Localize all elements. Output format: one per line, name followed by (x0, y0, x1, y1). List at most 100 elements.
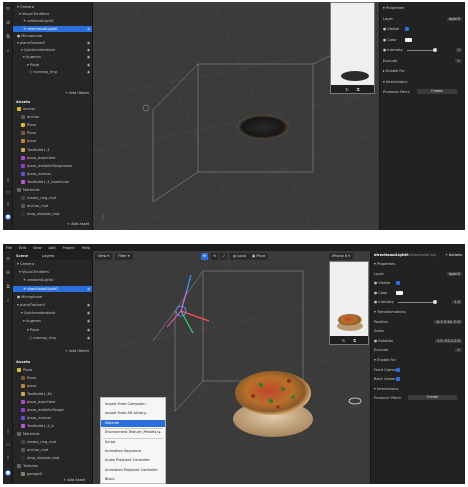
asset-item[interactable]: pizza_metallicRoughness (21, 163, 72, 169)
color-swatch[interactable] (405, 37, 412, 42)
tab-layers[interactable]: Layers (42, 254, 54, 258)
asset-item[interactable]: anchor (17, 106, 35, 112)
asset-item[interactable]: Pizza (21, 130, 36, 136)
context-menu-item[interactable]: Audio Playback Controller (101, 457, 165, 464)
fullscreen-icon[interactable]: ⧉ (353, 338, 356, 343)
tree-item[interactable]: ▾ Camera (13, 261, 92, 267)
asset-item[interactable]: TarsBuild1_4_b (21, 423, 54, 429)
feedback-icon[interactable]: ● (5, 214, 11, 220)
add-object-button[interactable]: + Add Object (65, 349, 89, 353)
property-value[interactable]: 1.0 -93.1 0.0 (434, 338, 462, 343)
context-menu-item[interactable]: Import From AR Library... (101, 410, 165, 417)
upload-icon[interactable]: ⇧ (5, 455, 11, 461)
intensity-slider[interactable] (398, 301, 437, 303)
fullscreen-icon[interactable]: ⧉ (357, 87, 360, 92)
tab-scene[interactable]: Scene (16, 254, 28, 258)
tree-item[interactable]: ○ nonmap_ring ◉ (13, 69, 92, 75)
scene-icon[interactable]: ≡ (5, 256, 11, 262)
asset-item[interactable]: pizza (21, 138, 36, 144)
visibility-icon[interactable]: ◉ (87, 62, 90, 68)
share-icon[interactable]: ⇪ (5, 429, 11, 435)
asset-item[interactable]: pizza_metallicRough (21, 407, 64, 413)
rotate-icon[interactable]: ↻ (345, 87, 348, 92)
search-icon[interactable]: ⌕ (5, 298, 11, 304)
tree-item[interactable]: ☀ directionalLight0 ◉ (13, 25, 92, 32)
visibility-icon[interactable]: ◉ (87, 302, 90, 308)
context-menu-item[interactable]: Environment Texture (Presets) ▸ (101, 429, 165, 436)
asset-item[interactable]: Pizza (21, 122, 36, 128)
context-menu-item[interactable]: Animation Playback Controller (101, 467, 165, 474)
asset-item[interactable]: anchor_mat (21, 447, 48, 453)
test-icon[interactable]: ▭ (5, 442, 11, 448)
upload-icon[interactable]: ⇧ (5, 202, 11, 208)
tree-item[interactable]: ● Microphone (13, 33, 92, 39)
asset-item[interactable]: mamo_ring_mat (21, 439, 56, 445)
tree-item[interactable]: ▾ Augmen ◉ (13, 54, 92, 60)
asset-item[interactable]: TarsBuild1_4_baseColor (21, 179, 69, 185)
add-asset-button[interactable]: + Add Asset (63, 478, 85, 482)
menu-project[interactable]: Project (62, 246, 74, 250)
actions-button[interactable]: ⚡ Actions (445, 252, 462, 258)
library-icon[interactable]: ⧉ (5, 284, 11, 290)
tree-item[interactable]: ● Microphone (13, 294, 92, 300)
visibility-icon[interactable]: ◉ (87, 47, 90, 53)
property-value[interactable]: 1 (455, 48, 462, 52)
visibility-icon[interactable]: ◉ (87, 310, 90, 316)
asset-item[interactable]: pizza_normal (21, 171, 51, 177)
tree-item[interactable]: ▾ Pizza ◉ (13, 327, 92, 333)
share-icon[interactable]: ⇪ (5, 178, 11, 184)
patch-icon[interactable]: ⊕ (5, 20, 11, 26)
visibility-icon[interactable]: ◉ (87, 327, 90, 333)
visibility-icon[interactable]: ◉ (87, 318, 90, 324)
visibility-icon[interactable]: ◉ (87, 69, 90, 75)
asset-item[interactable]: pizza (21, 383, 36, 389)
create-patch-button[interactable]: Create (408, 395, 457, 401)
pizza-model[interactable] (235, 371, 311, 415)
property-value[interactable]: -0.1 0.44 -0.0 (433, 319, 462, 324)
asset-item[interactable]: Textures (17, 463, 38, 469)
menu-edit[interactable]: Edit (19, 246, 26, 250)
rotate-preview-icon[interactable]: ↻ (342, 338, 345, 343)
tree-item[interactable]: ▾ planeTracker0 ◉ (13, 302, 92, 308)
visibility-icon[interactable]: ◉ (87, 26, 90, 32)
slider-knob[interactable] (433, 48, 437, 52)
create-patch-button[interactable]: Create (417, 89, 457, 94)
asset-item[interactable]: Materials (17, 187, 39, 193)
visibility-icon[interactable]: ◉ (87, 40, 90, 46)
asset-item[interactable]: garage0 (21, 471, 42, 477)
property-checkbox[interactable] (405, 27, 409, 31)
asset-item[interactable]: Pizza (21, 375, 36, 381)
asset-item[interactable]: pizza_baseCake (21, 399, 56, 405)
property-checkbox[interactable] (396, 377, 400, 382)
tree-item[interactable]: ▾ Quickrenderblock ◉ (13, 310, 92, 316)
menu-file[interactable]: File (6, 246, 12, 250)
asset-item[interactable]: pizza_normal (21, 415, 51, 421)
add-object-button[interactable]: + Add Object (65, 91, 89, 95)
property-value[interactable]: layer0 (446, 271, 462, 276)
tree-item[interactable]: ▾ Augmen ◉ (13, 318, 92, 324)
scene-icon[interactable]: ≡ (5, 6, 11, 12)
context-menu-item[interactable]: Script (101, 439, 165, 446)
property-checkbox[interactable] (396, 281, 400, 286)
property-value[interactable]: 1.0 (452, 300, 462, 305)
menu-view[interactable]: View (33, 246, 42, 250)
tree-item[interactable]: ▾ Visual Emitters (13, 269, 92, 275)
test-icon[interactable]: ▭ (5, 190, 11, 196)
tree-item[interactable]: ☀ directionalLight0 ◉ (13, 285, 92, 292)
add-asset-button[interactable]: + Add Asset (67, 222, 89, 226)
visibility-icon[interactable]: ◉ (87, 54, 90, 60)
context-menu-item[interactable]: Import From Computer... (101, 401, 165, 408)
asset-item[interactable]: drop_shadow_mat (21, 211, 60, 217)
context-menu-item[interactable]: Animation Sequence (101, 448, 165, 455)
tree-item[interactable]: ☀ ambientLight0 (13, 18, 92, 24)
tree-item[interactable]: ▾ Pizza ◉ (13, 62, 92, 68)
asset-item[interactable]: Materials (17, 431, 39, 437)
tree-item[interactable]: ▾ Visual Emitters (13, 11, 92, 17)
color-swatch[interactable] (396, 290, 403, 295)
asset-item[interactable]: pizza_baseCake (21, 155, 56, 161)
context-menu-item[interactable]: Material (101, 419, 165, 427)
tree-item[interactable]: ☀ ambientLight0 (13, 277, 92, 283)
tree-item[interactable]: ○ mamap_ring ◉ (13, 335, 92, 341)
menu-add[interactable]: Add (49, 246, 56, 250)
feedback-icon[interactable]: ● (5, 470, 11, 476)
